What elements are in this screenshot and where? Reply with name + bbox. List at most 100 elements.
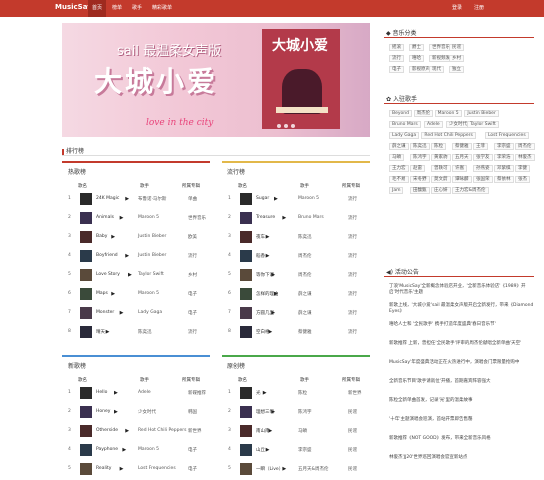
song-name[interactable]: Hello — [96, 390, 107, 395]
artist-tag[interactable]: 蔡健雅 — [452, 143, 472, 150]
album-thumbnail[interactable] — [240, 444, 252, 456]
play-icon[interactable]: ▶ — [128, 272, 132, 278]
song-name[interactable]: 夜车 — [256, 234, 265, 240]
news-item[interactable]: 新歌推荐 上新，曾担任'全民歌手'评审的周杰伦献唱全新单曲'天空' — [389, 341, 534, 347]
artist-name[interactable]: Justin Bieber — [138, 234, 166, 239]
play-icon[interactable]: ▶ — [120, 466, 124, 472]
news-item[interactable]: 全新音乐节目'歌手请就位'开播，首期嘉宾阵容强大 — [389, 379, 534, 385]
artist-tag[interactable]: 王力宏 — [389, 165, 409, 172]
play-icon[interactable]: ▶ — [111, 234, 115, 240]
table-row[interactable]: 4 稻香 ▶ 周杰伦 流行 — [228, 250, 373, 264]
table-row[interactable]: 4 Payphone ▶ Maroon 5 电子 — [68, 444, 213, 458]
album-thumbnail[interactable] — [240, 212, 252, 224]
artist-name[interactable]: Adele — [138, 390, 151, 395]
album-thumbnail[interactable] — [80, 425, 92, 437]
artist-tag[interactable]: Red Hot Chili Peppers — [421, 132, 476, 139]
table-row[interactable]: 3 南山南 ▶ 马頔 民谣 — [228, 425, 373, 439]
carousel-dot[interactable] — [284, 124, 288, 128]
artist-tag[interactable]: 赵雷 — [410, 165, 425, 172]
artist-name[interactable]: Maroon 5 — [138, 447, 159, 452]
play-icon[interactable]: ▶ — [125, 428, 129, 434]
album-thumbnail[interactable] — [240, 387, 252, 399]
artist-tag[interactable]: 田馥甄 — [410, 187, 430, 194]
album-thumbnail[interactable] — [80, 463, 92, 475]
artist-name[interactable]: 陈粒 — [298, 390, 307, 396]
artist-name[interactable]: 李宗盛 — [298, 447, 312, 453]
tag-item[interactable]: 爵士 — [409, 44, 424, 51]
album-thumbnail[interactable] — [240, 463, 252, 475]
artist-name[interactable]: 蔡健雅 — [298, 329, 312, 335]
album-thumbnail[interactable] — [80, 193, 92, 205]
artist-tag[interactable]: 谭咏麟 — [452, 176, 472, 183]
song-name[interactable]: Baby — [96, 234, 107, 239]
song-name[interactable]: Boyfriend — [96, 253, 118, 258]
song-name[interactable]: 一瞬（Live） — [256, 466, 283, 472]
artist-name[interactable]: 陈奕迅 — [138, 329, 152, 335]
login-link[interactable]: 登录 — [452, 0, 462, 17]
play-icon[interactable]: ▶ — [268, 329, 272, 335]
song-name[interactable]: Treasure — [256, 215, 275, 220]
album-thumbnail[interactable] — [80, 307, 92, 319]
artist-name[interactable]: 陈奕迅 — [298, 234, 312, 240]
artist-tag[interactable]: 张国荣 — [473, 176, 493, 183]
play-icon[interactable]: ▶ — [120, 310, 124, 316]
artist-tag[interactable]: 邓紫棋 — [494, 165, 514, 172]
album-thumbnail[interactable] — [80, 326, 92, 338]
table-row[interactable]: 1 光 ▶ 陈粒 新世界 — [228, 387, 373, 401]
artist-tag[interactable]: Maroon 5 — [434, 110, 462, 117]
artist-tag[interactable]: 陈粒 — [431, 143, 446, 150]
artist-tag[interactable]: 宋冬野 — [410, 176, 430, 183]
hot-chart-title[interactable]: 热歌榜 — [68, 167, 86, 176]
artist-tag[interactable]: 周杰伦 — [515, 143, 535, 150]
artist-name[interactable]: Maroon 5 — [138, 291, 159, 296]
song-name[interactable]: 24K Magic — [96, 196, 119, 201]
table-row[interactable]: 3 Otherside ▶ Red Hot Chili Peppers 新世界 — [68, 425, 213, 439]
play-icon[interactable]: ▶ — [268, 428, 272, 434]
artist-name[interactable]: 薛之谦 — [298, 291, 312, 297]
album-thumbnail[interactable] — [80, 231, 92, 243]
table-row[interactable]: 5 Love Story ▶ Taylor Swift 乡村 — [68, 269, 213, 283]
artist-name[interactable]: Red Hot Chili Peppers — [138, 428, 187, 433]
artist-tag[interactable]: Taylor Swift — [467, 121, 499, 128]
artist-tag[interactable]: 薛之谦 — [389, 143, 409, 150]
news-item[interactable]: 陈粒全新单曲首发，记录'光'里的温柔故事 — [389, 398, 534, 404]
album-thumbnail[interactable] — [80, 288, 92, 300]
play-icon[interactable]: ▶ — [122, 447, 126, 453]
song-name[interactable]: 光 — [256, 390, 261, 396]
play-icon[interactable]: ▶ — [274, 196, 278, 202]
artist-tag[interactable]: Lost Frequencies — [485, 132, 529, 139]
artist-tag[interactable]: Justin Bieber — [464, 110, 499, 117]
song-name[interactable]: Sugar — [256, 196, 269, 201]
album-thumbnail[interactable] — [240, 269, 252, 281]
play-icon[interactable]: ▶ — [125, 253, 129, 259]
table-row[interactable]: 1 Hello ▶ Adele 新碟推荐 — [68, 387, 213, 401]
artist-tag[interactable]: 曾轶可 — [431, 165, 451, 172]
artist-name[interactable]: Maroon 5 — [298, 196, 319, 201]
nav-playlists[interactable]: 精彩歌单 — [148, 0, 176, 17]
table-row[interactable]: 3 夜车 ▶ 陈奕迅 流行 — [228, 231, 373, 245]
artist-name[interactable]: Bruno Mars — [298, 215, 324, 220]
play-icon[interactable]: ▶ — [263, 390, 267, 396]
artist-name[interactable]: 周杰伦 — [298, 253, 312, 259]
table-row[interactable]: 2 Animals ▶ Maroon 5 世界音乐 — [68, 212, 213, 226]
table-row[interactable]: 8 空白格 ▶ 蔡健雅 流行 — [228, 326, 373, 340]
album-thumbnail[interactable] — [80, 269, 92, 281]
song-name[interactable]: Honey — [96, 409, 110, 414]
album-thumbnail[interactable] — [240, 193, 252, 205]
play-icon[interactable]: ▶ — [114, 390, 118, 396]
original-chart-title[interactable]: 原创榜 — [227, 361, 245, 370]
tag-item[interactable]: 乡村 — [449, 55, 464, 62]
artist-tag[interactable]: 庄心妍 — [431, 187, 451, 194]
artist-tag[interactable]: 许嵩 — [452, 165, 467, 172]
artist-name[interactable]: 周杰伦 — [298, 272, 312, 278]
album-thumbnail[interactable] — [80, 212, 92, 224]
tag-item[interactable]: 民谣 — [449, 44, 464, 51]
artist-tag[interactable]: 黄家驹 — [431, 154, 451, 161]
artist-name[interactable]: 少女时代 — [138, 409, 156, 415]
song-name[interactable]: 山丘 — [256, 447, 265, 453]
album-thumbnail[interactable] — [80, 250, 92, 262]
artist-tag[interactable]: 李荣浩 — [494, 154, 514, 161]
song-name[interactable]: Monster — [96, 310, 114, 315]
table-row[interactable]: 4 山丘 ▶ 李宗盛 民谣 — [228, 444, 373, 458]
table-row[interactable]: 7 Monster ▶ Lady Gaga 电子 — [68, 307, 213, 321]
